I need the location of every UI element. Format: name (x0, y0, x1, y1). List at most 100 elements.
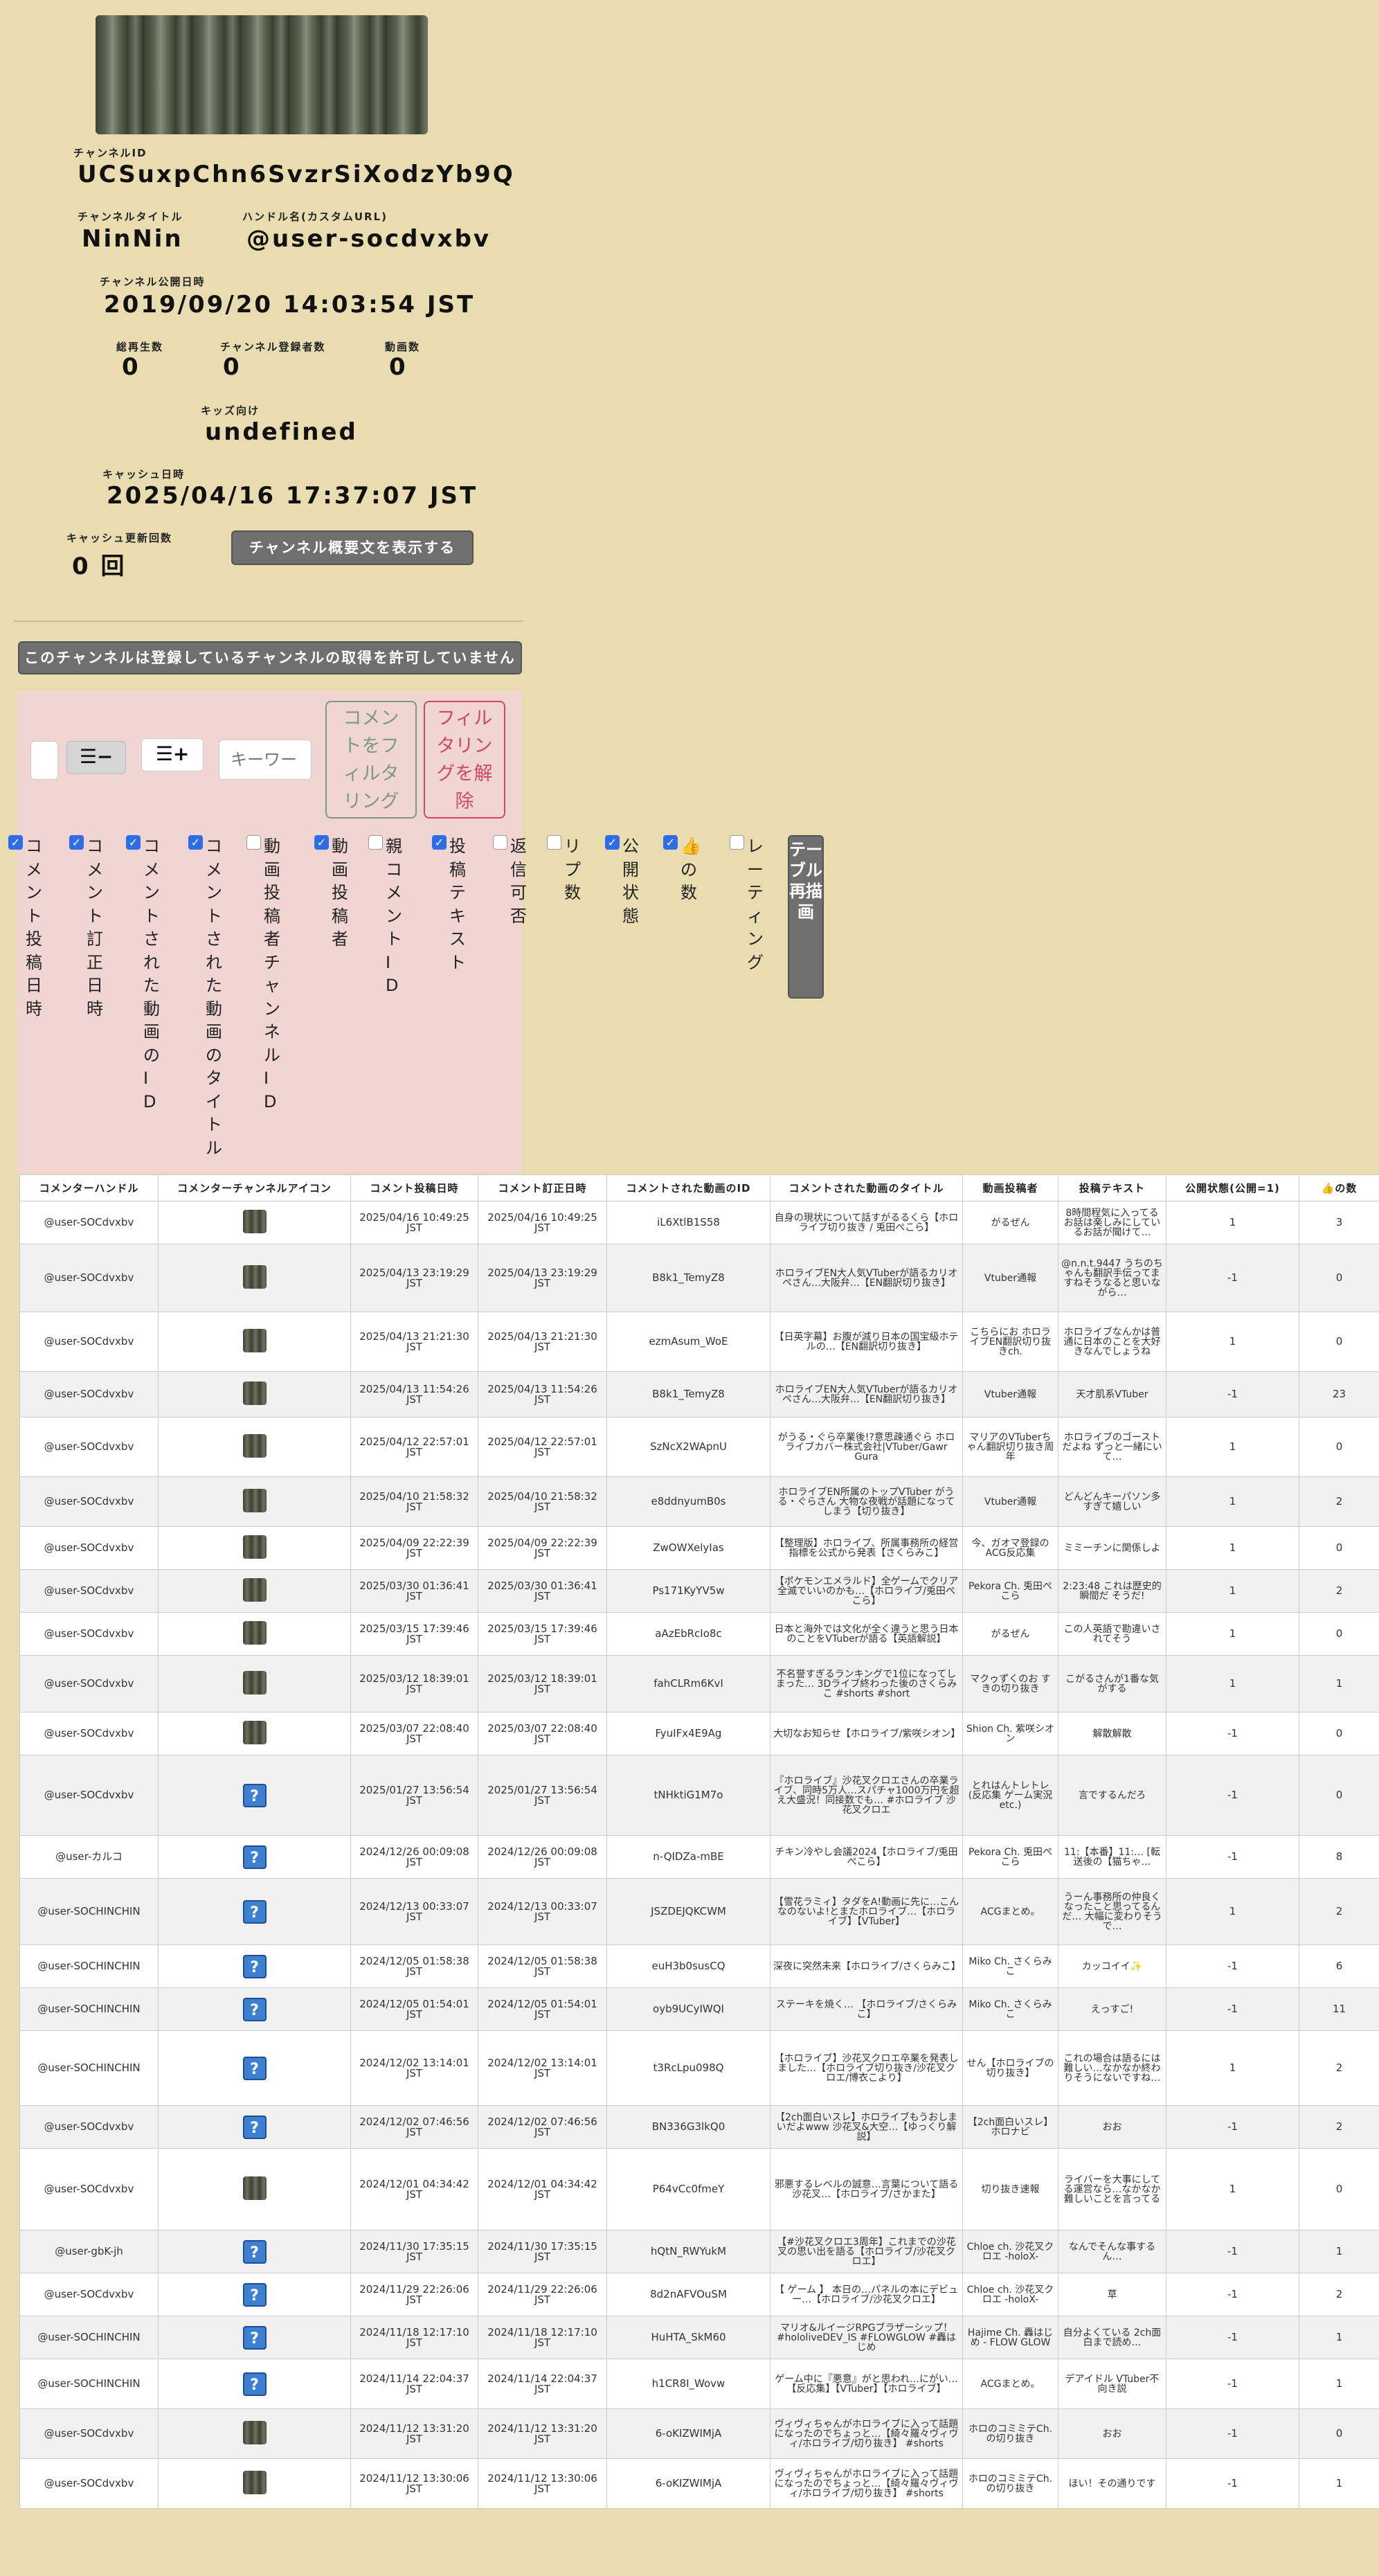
column-header[interactable]: コメンターハンドル (19, 1174, 159, 1201)
avatar-icon[interactable] (242, 1621, 267, 1645)
column-toggle[interactable]: コメント訂正日時 (69, 835, 103, 1019)
unknown-avatar-icon[interactable]: ? (242, 2325, 267, 2350)
redraw-table-button[interactable]: テーブル再描画 (788, 835, 824, 999)
unknown-avatar-icon[interactable]: ? (242, 2056, 267, 2080)
table-row[interactable]: @user-SOCdvxbv? 2025/01/27 13:56:54 JST 20… (19, 1755, 1379, 1836)
table-row[interactable]: @user-SOCHINCHIN? 2024/11/14 22:04:37 JST… (19, 2359, 1379, 2409)
table-row[interactable]: @user-SOCHINCHIN? 2024/12/05 01:54:01 JST… (19, 1987, 1379, 2031)
checkbox[interactable] (69, 835, 84, 850)
table-row[interactable]: @user-SOCdvxbv? 2024/12/02 07:46:56 JST 20… (19, 2105, 1379, 2149)
column-header[interactable]: 投稿テキスト (1058, 1174, 1166, 1201)
clear-filter-button[interactable]: フィルタリングを解除 (424, 701, 505, 819)
table-row[interactable]: @user-SOCdvxbv 2025/03/07 22:08:40 JST 202… (19, 1712, 1379, 1755)
unknown-avatar-icon[interactable]: ? (242, 2372, 267, 2396)
checkbox[interactable] (314, 835, 329, 850)
avatar-icon[interactable] (242, 2471, 267, 2494)
table-row[interactable]: @user-SOCdvxbv 2025/04/13 11:54:26 JST 202… (19, 1371, 1379, 1417)
unknown-avatar-icon[interactable]: ? (242, 2282, 267, 2307)
table-row[interactable]: @user-gbK-jh? 2024/11/30 17:35:15 JST 2024… (19, 2230, 1379, 2273)
column-toggle[interactable]: 動画投稿者チャンネルID (246, 835, 280, 1111)
checkbox[interactable] (432, 835, 447, 850)
avatar-icon[interactable] (242, 1671, 267, 1694)
column-toggle[interactable]: 動画投稿者 (314, 835, 348, 949)
filter-comments-button[interactable]: コメントをフィルタリング (325, 701, 417, 819)
avatar-icon[interactable] (242, 1489, 267, 1512)
checkbox[interactable] (246, 835, 261, 850)
column-header[interactable]: コメント訂正日時 (478, 1174, 607, 1201)
table-row[interactable]: @user-SOCdvxbv 2025/04/12 22:57:01 JST 202… (19, 1417, 1379, 1477)
add-filter-row-button[interactable]: ☰+ (141, 738, 204, 771)
column-toggle[interactable]: レーティング (730, 835, 764, 972)
checkbox[interactable] (547, 835, 561, 850)
table-row[interactable]: @user-SOCHINCHIN? 2024/12/13 00:33:07 JST… (19, 1878, 1379, 1945)
unknown-avatar-icon[interactable]: ? (242, 2239, 267, 2264)
unknown-avatar-icon[interactable]: ? (242, 1845, 267, 1869)
table-row[interactable]: @user-SOCdvxbv 2025/03/15 17:39:46 JST 202… (19, 1612, 1379, 1656)
table-row[interactable]: @user-SOCdvxbv 2024/12/01 04:34:42 JST 202… (19, 2148, 1379, 2230)
cell-h: @user-SOCdvxbv (19, 2105, 159, 2149)
keyword-input[interactable] (219, 740, 312, 780)
checkbox[interactable] (368, 835, 383, 850)
table-row[interactable]: @user-SOCdvxbv 2025/03/30 01:36:41 JST 202… (19, 1569, 1379, 1613)
published-date: 2019/09/20 14:03:54 JST (104, 291, 476, 319)
avatar-icon[interactable] (242, 1535, 267, 1559)
table-row[interactable]: @user-SOCHINCHIN? 2024/11/18 12:17:10 JST… (19, 2316, 1379, 2359)
column-header[interactable]: コメントされた動画のID (606, 1174, 770, 1201)
column-header[interactable]: 公開状態(公開=1) (1166, 1174, 1299, 1201)
checkbox[interactable] (8, 835, 23, 850)
column-toggle[interactable]: コメントされた動画のID (126, 835, 160, 1111)
avatar-icon[interactable] (242, 1721, 267, 1744)
unknown-avatar-icon[interactable]: ? (242, 1997, 267, 2021)
column-toggle-label: 公開状態 (622, 837, 639, 926)
unknown-avatar-icon[interactable]: ? (242, 2115, 267, 2139)
column-toggle[interactable]: 投稿テキスト (432, 835, 466, 972)
column-header[interactable]: コメント投稿日時 (350, 1174, 478, 1201)
unknown-avatar-icon[interactable]: ? (242, 1783, 267, 1807)
table-row[interactable]: @user-SOCdvxbv 2024/11/12 13:30:06 JST 202… (19, 2458, 1379, 2509)
checkbox[interactable] (188, 835, 203, 850)
table-row[interactable]: @user-SOCdvxbv 2025/04/13 23:19:29 JST 202… (19, 1244, 1379, 1312)
column-toggle[interactable]: 返信可否 (493, 835, 527, 926)
table-row[interactable]: @user-SOCdvxbv 2025/04/13 21:21:30 JST 202… (19, 1312, 1379, 1372)
table-row[interactable]: @user-SOCdvxbv? 2024/11/29 22:26:06 JST 20… (19, 2273, 1379, 2316)
table-row[interactable]: @user-SOCdvxbv 2025/04/16 10:49:25 JST 202… (19, 1201, 1379, 1244)
column-toggle[interactable]: 親コメントID (368, 835, 402, 995)
column-header[interactable]: コメントされた動画のタイトル (770, 1174, 963, 1201)
cell-vid: t3RcLpu098Q (606, 2030, 770, 2106)
unknown-avatar-icon[interactable]: ? (242, 1899, 267, 1924)
column-header[interactable]: コメンターチャンネルアイコン (158, 1174, 351, 1201)
checkbox[interactable] (493, 835, 507, 850)
avatar-icon[interactable] (242, 1381, 267, 1405)
table-row[interactable]: @user-SOCdvxbv 2025/03/12 18:39:01 JST 202… (19, 1655, 1379, 1712)
avatar-icon[interactable] (242, 1578, 267, 1602)
filter-select[interactable] (30, 741, 58, 780)
remove-filter-row-button[interactable]: ☰− (66, 741, 126, 774)
column-header[interactable]: 👍の数 (1299, 1174, 1379, 1201)
cell-pub: -1 (1166, 2105, 1299, 2149)
table-row[interactable]: @user-SOCdvxbv 2025/04/09 22:22:39 JST 202… (19, 1526, 1379, 1570)
column-toggle[interactable]: 👍の数 (663, 835, 701, 902)
avatar-icon[interactable] (242, 1329, 267, 1352)
column-toggle[interactable]: コメント投稿日時 (8, 835, 42, 1019)
show-description-button[interactable]: チャンネル概要文を表示する (231, 530, 474, 565)
cell-title: 【#沙花叉クロエ3周年】これまでの沙花叉の思い出を語る【ホロライブ/沙花叉クロエ… (770, 2230, 963, 2273)
table-row[interactable]: @user-SOCdvxbv 2025/04/10 21:58:32 JST 202… (19, 1476, 1379, 1527)
avatar-icon[interactable] (242, 2176, 267, 2200)
column-toggle[interactable]: コメントされた動画のタイトル (188, 835, 222, 1158)
checkbox[interactable] (730, 835, 744, 850)
checkbox[interactable] (605, 835, 620, 850)
column-header[interactable]: 動画投稿者 (962, 1174, 1058, 1201)
checkbox[interactable] (663, 835, 678, 850)
table-row[interactable]: @user-SOCHINCHIN? 2024/12/05 01:58:38 JST… (19, 1944, 1379, 1988)
column-toggle[interactable]: 公開状態 (605, 835, 639, 926)
unknown-avatar-icon[interactable]: ? (242, 1954, 267, 1978)
column-toggle[interactable]: リプ数 (547, 835, 581, 902)
checkbox[interactable] (126, 835, 141, 850)
table-row[interactable]: @user-SOCHINCHIN? 2024/12/02 13:14:01 JST… (19, 2030, 1379, 2106)
table-row[interactable]: @user-SOCdvxbv 2024/11/12 13:31:20 JST 202… (19, 2408, 1379, 2459)
avatar-icon[interactable] (242, 1210, 267, 1233)
avatar-icon[interactable] (242, 1434, 267, 1458)
table-row[interactable]: @user-カルコ? 2024/12/26 00:09:08 JST 2024/12… (19, 1835, 1379, 1879)
avatar-icon[interactable] (242, 2421, 267, 2444)
avatar-icon[interactable] (242, 1265, 267, 1289)
